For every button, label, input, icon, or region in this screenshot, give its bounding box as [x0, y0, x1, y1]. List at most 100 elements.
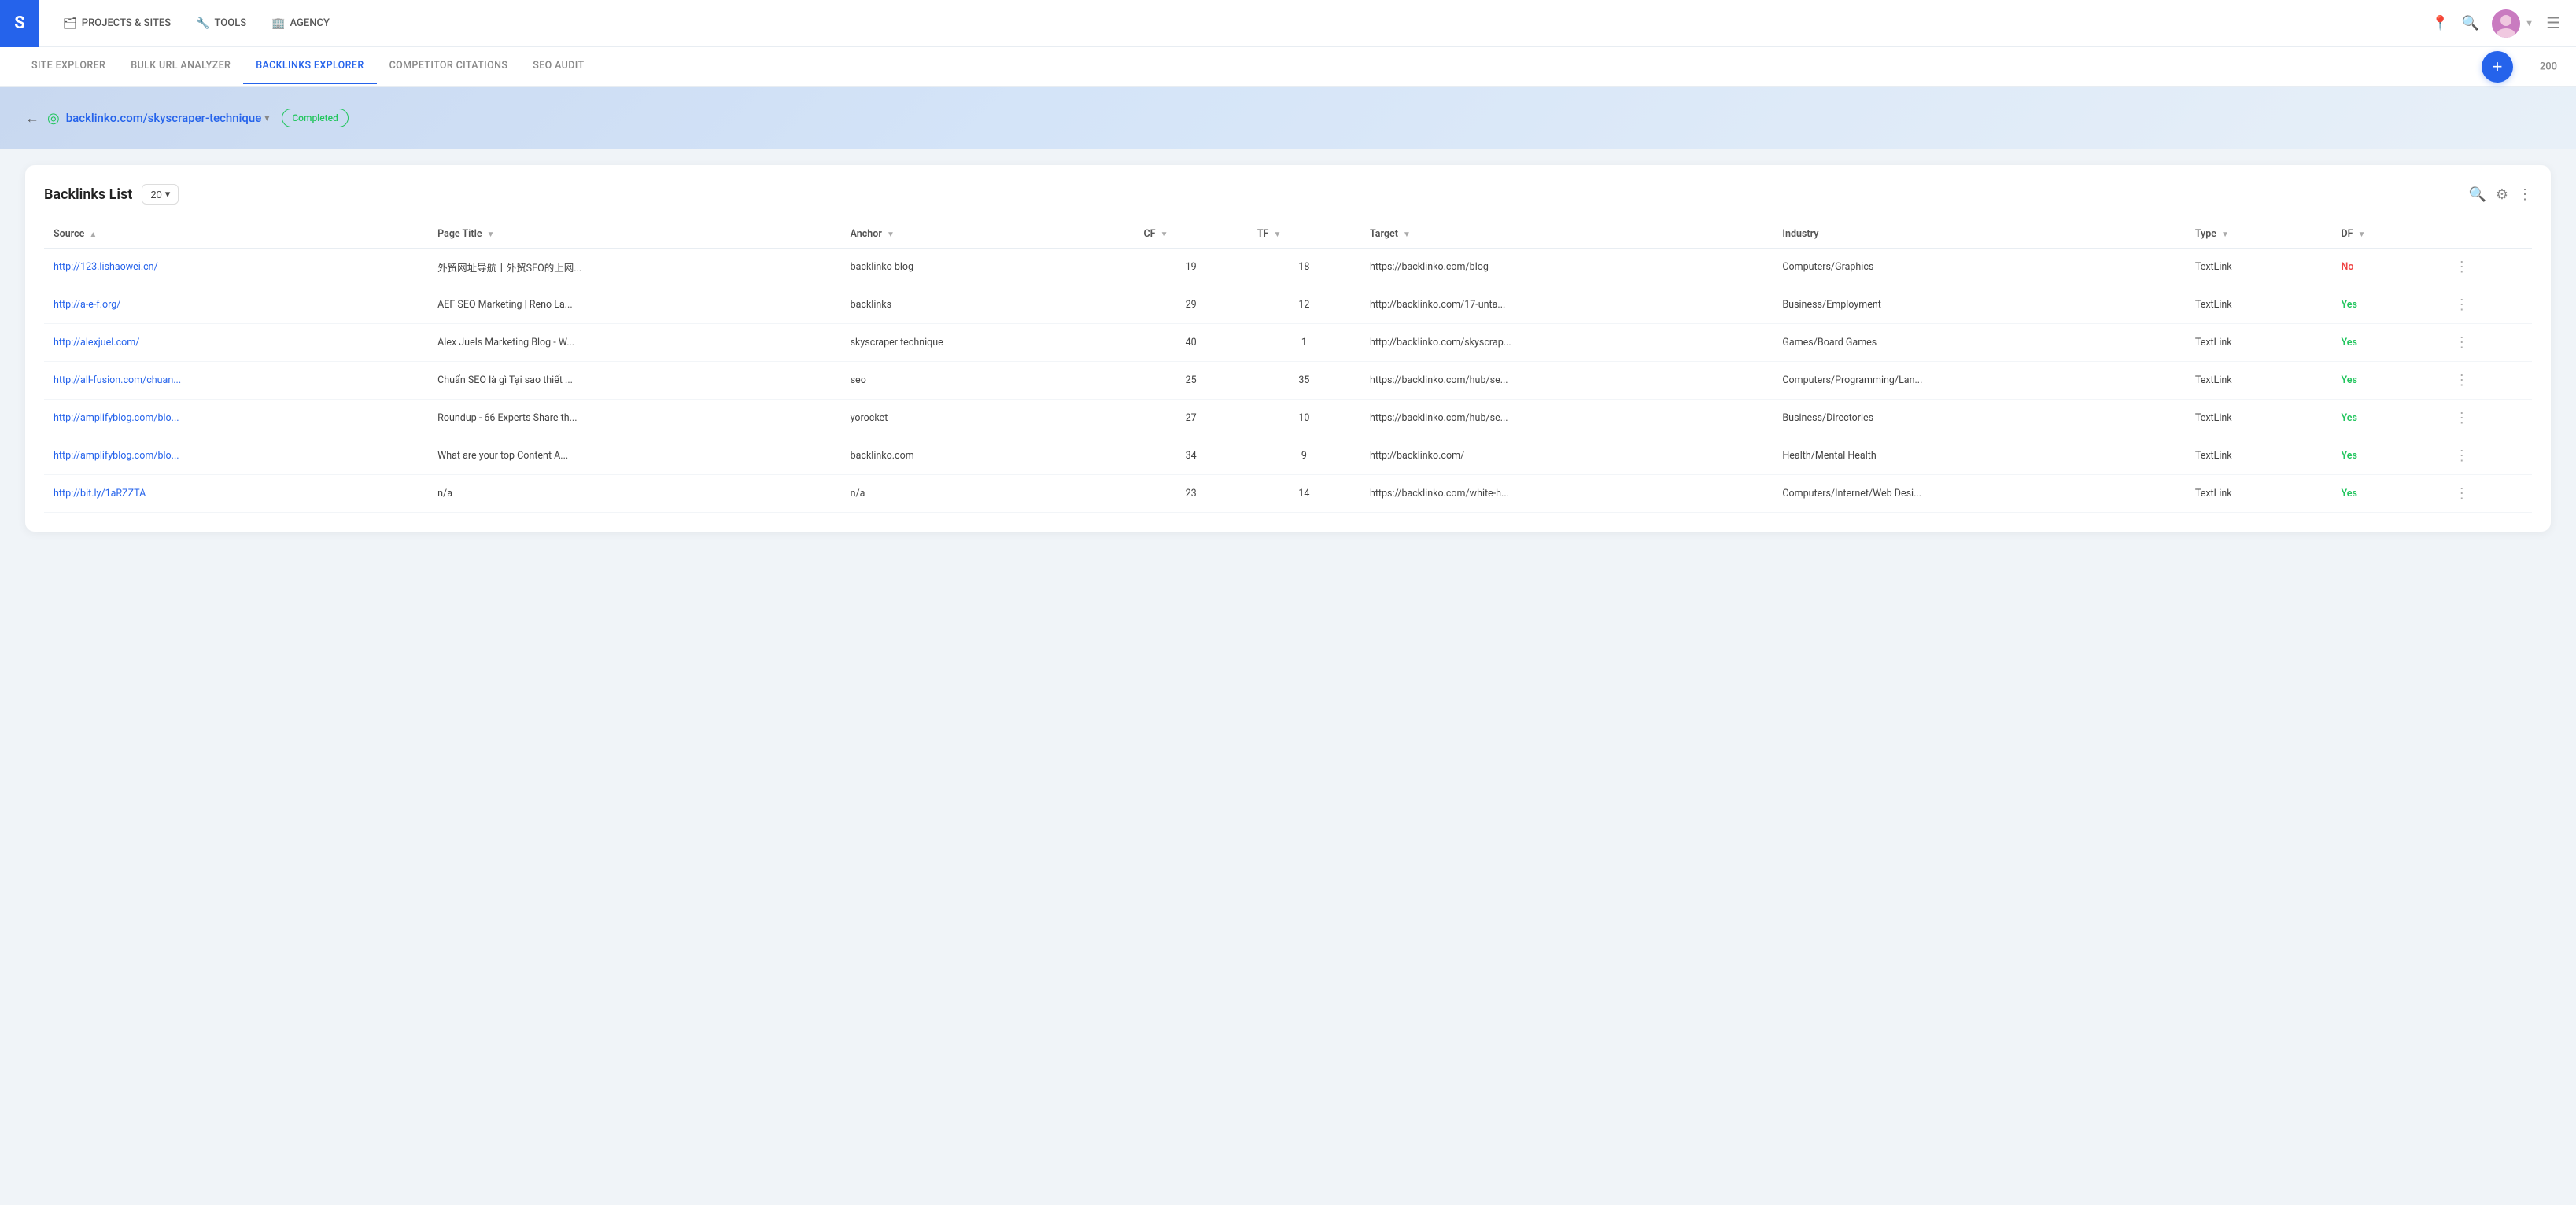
nav-agency[interactable]: 🏢 AGENCY	[260, 13, 341, 35]
df-badge-3: Yes	[2341, 374, 2356, 386]
source-link-2[interactable]: http://alexjuel.com/	[54, 337, 139, 348]
back-button[interactable]: ←	[25, 110, 39, 127]
cell-industry-6: Computers/Internet/Web Desi...	[1773, 475, 2185, 513]
cell-page-title-3: Chuẩn SEO là gì Tại sao thiết ...	[428, 362, 840, 400]
col-df-label: DF	[2341, 228, 2353, 240]
cell-target-0: https://backlinko.com/blog	[1360, 249, 1773, 286]
col-anchor[interactable]: Anchor ▼	[841, 220, 1135, 249]
df-badge-4: Yes	[2341, 412, 2356, 424]
cell-menu-2: ⋮	[2445, 324, 2532, 362]
source-link-5[interactable]: http://amplifyblog.com/blo...	[54, 450, 179, 462]
cell-anchor-1: backlinks	[841, 286, 1135, 324]
avatar-chevron-icon: ▼	[2525, 18, 2534, 28]
cell-cf-0: 19	[1134, 249, 1247, 286]
col-tf[interactable]: TF ▼	[1248, 220, 1360, 249]
cell-anchor-6: n/a	[841, 475, 1135, 513]
col-anchor-sort-icon: ▼	[887, 230, 895, 239]
add-button[interactable]: +	[2482, 51, 2513, 83]
col-page-title-label: Page Title	[437, 228, 482, 240]
col-cf-sort-icon: ▼	[1161, 230, 1168, 239]
backlinks-card: Backlinks List 20 ▾ 🔍 ⚙ ⋮ Source	[25, 165, 2551, 532]
tab-competitor-citations[interactable]: COMPETITOR CITATIONS	[377, 49, 521, 84]
cell-source-3: http://all-fusion.com/chuan...	[44, 362, 428, 400]
source-link-0[interactable]: http://123.lishaowei.cn/	[54, 261, 158, 273]
col-page-title[interactable]: Page Title ▼	[428, 220, 840, 249]
tools-icon: 🔧	[196, 17, 209, 30]
cell-type-1: TextLink	[2186, 286, 2332, 324]
per-page-chevron-icon: ▾	[165, 188, 171, 201]
agency-icon: 🏢	[271, 17, 285, 30]
cell-df-3: Yes	[2331, 362, 2445, 400]
col-industry[interactable]: Industry	[1773, 220, 2185, 249]
table-row: http://123.lishaowei.cn/ 外贸网址导航丨外贸SEO的上网…	[44, 249, 2532, 286]
cell-industry-0: Computers/Graphics	[1773, 249, 2185, 286]
table-row: http://amplifyblog.com/blo... What are y…	[44, 437, 2532, 475]
source-link-4[interactable]: http://amplifyblog.com/blo...	[54, 412, 179, 424]
col-type[interactable]: Type ▼	[2186, 220, 2332, 249]
cell-type-2: TextLink	[2186, 324, 2332, 362]
col-df[interactable]: DF ▼	[2331, 220, 2445, 249]
table-settings-button[interactable]: ⚙	[2496, 186, 2508, 203]
source-link-6[interactable]: http://bit.ly/1aRZZTA	[54, 488, 146, 499]
table-search-button[interactable]: 🔍	[2468, 186, 2486, 203]
location-icon-button[interactable]: 📍	[2431, 15, 2449, 31]
cell-page-title-0: 外贸网址导航丨外贸SEO的上网...	[428, 249, 840, 286]
row-menu-button-6[interactable]: ⋮	[2455, 485, 2469, 502]
cell-cf-4: 27	[1134, 400, 1247, 437]
col-industry-label: Industry	[1782, 228, 1818, 240]
row-menu-button-3[interactable]: ⋮	[2455, 372, 2469, 389]
table-more-button[interactable]: ⋮	[2518, 186, 2532, 203]
cell-type-3: TextLink	[2186, 362, 2332, 400]
site-url-dropdown-icon[interactable]: ▾	[264, 112, 269, 123]
col-type-label: Type	[2195, 228, 2216, 240]
site-status-icon: ◎	[47, 110, 60, 127]
table-head: Source ▲ Page Title ▼ Anchor ▼ CF ▼	[44, 220, 2532, 249]
row-menu-button-0[interactable]: ⋮	[2455, 259, 2469, 275]
cell-source-0: http://123.lishaowei.cn/	[44, 249, 428, 286]
hero-area: ← ◎ backlinko.com/skyscraper-technique ▾…	[0, 87, 2576, 149]
cell-industry-1: Business/Employment	[1773, 286, 2185, 324]
table-row: http://a-e-f.org/ AEF SEO Marketing | Re…	[44, 286, 2532, 324]
nav-tools[interactable]: 🔧 TOOLS	[185, 13, 257, 35]
menu-icon-button[interactable]: ☰	[2546, 13, 2560, 33]
col-source[interactable]: Source ▲	[44, 220, 428, 249]
table-row: http://all-fusion.com/chuan... Chuẩn SEO…	[44, 362, 2532, 400]
tab-bulk-url-analyzer[interactable]: BULK URL ANALYZER	[118, 49, 243, 84]
col-cf[interactable]: CF ▼	[1134, 220, 1247, 249]
cell-target-5: http://backlinko.com/	[1360, 437, 1773, 475]
row-menu-button-4[interactable]: ⋮	[2455, 410, 2469, 426]
avatar-button[interactable]: ▼	[2492, 9, 2534, 38]
site-url[interactable]: backlinko.com/skyscraper-technique	[66, 111, 262, 125]
cell-target-4: https://backlinko.com/hub/se...	[1360, 400, 1773, 437]
source-link-3[interactable]: http://all-fusion.com/chuan...	[54, 374, 181, 386]
nav-projects[interactable]: 🗂 PROJECTS & SITES	[52, 13, 182, 35]
per-page-button[interactable]: 20 ▾	[142, 184, 179, 205]
status-badge: Completed	[282, 109, 349, 127]
cell-cf-5: 34	[1134, 437, 1247, 475]
col-target[interactable]: Target ▼	[1360, 220, 1773, 249]
row-menu-button-5[interactable]: ⋮	[2455, 448, 2469, 464]
nav-tools-label: TOOLS	[215, 17, 247, 29]
tab-site-explorer[interactable]: SITE EXPLORER	[19, 49, 118, 84]
cell-industry-4: Business/Directories	[1773, 400, 2185, 437]
cell-menu-5: ⋮	[2445, 437, 2532, 475]
cell-cf-1: 29	[1134, 286, 1247, 324]
cell-industry-5: Health/Mental Health	[1773, 437, 2185, 475]
cell-target-3: https://backlinko.com/hub/se...	[1360, 362, 1773, 400]
col-cf-label: CF	[1143, 228, 1155, 240]
cell-cf-2: 40	[1134, 324, 1247, 362]
cell-page-title-4: Roundup - 66 Experts Share th...	[428, 400, 840, 437]
row-menu-button-1[interactable]: ⋮	[2455, 297, 2469, 313]
logo-button[interactable]: S	[0, 0, 39, 47]
df-badge-1: Yes	[2341, 299, 2356, 311]
cell-tf-3: 35	[1248, 362, 1360, 400]
cell-target-2: http://backlinko.com/skyscrap...	[1360, 324, 1773, 362]
table-row: http://bit.ly/1aRZZTA n/a n/a 23 14 http…	[44, 475, 2532, 513]
source-link-1[interactable]: http://a-e-f.org/	[54, 299, 120, 311]
row-menu-button-2[interactable]: ⋮	[2455, 334, 2469, 351]
tab-seo-audit[interactable]: SEO AUDIT	[520, 49, 596, 84]
tab-backlinks-explorer[interactable]: BACKLINKS EXPLORER	[243, 49, 376, 84]
cell-target-1: http://backlinko.com/17-unta...	[1360, 286, 1773, 324]
cell-tf-5: 9	[1248, 437, 1360, 475]
search-icon-button[interactable]: 🔍	[2462, 15, 2479, 31]
